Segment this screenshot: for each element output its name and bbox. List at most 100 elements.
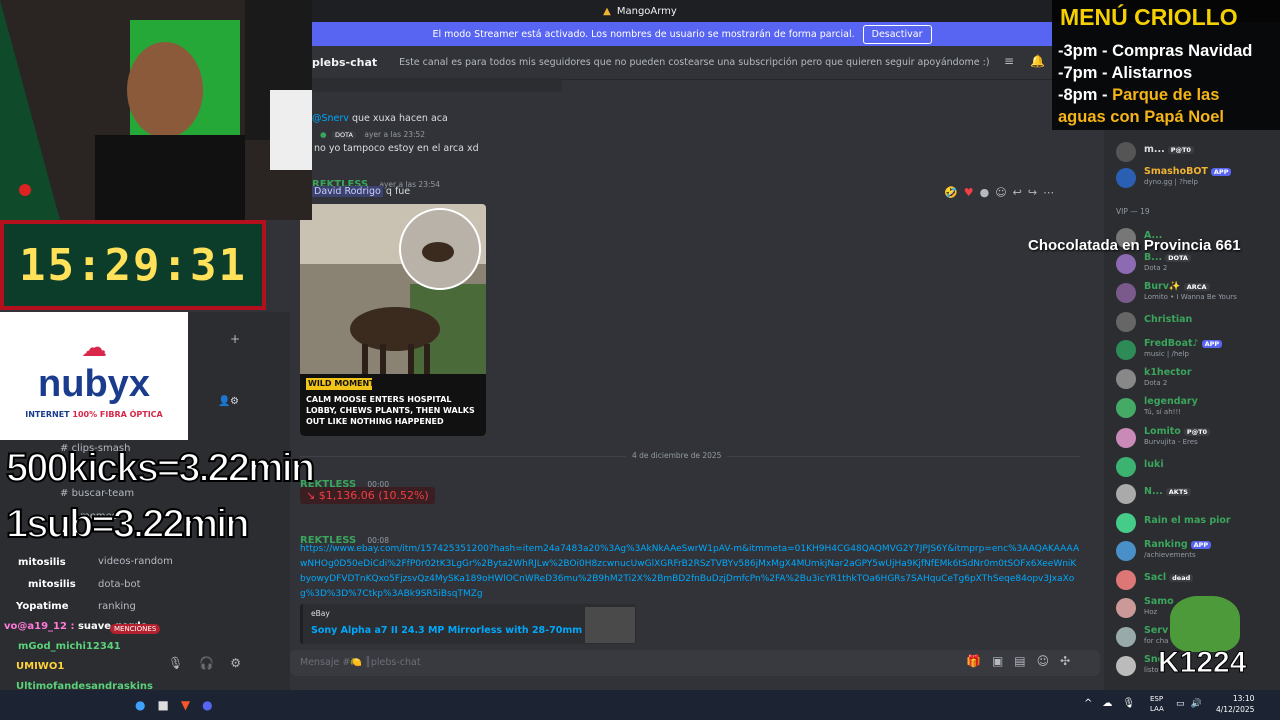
member-status: /achievements — [1144, 551, 1196, 559]
invite-icon[interactable]: 👤 — [218, 396, 230, 407]
message-composer[interactable]: + Mensaje #🍋 ║plebs-chat 🎁 ▣ ▤ ☺ ✣ — [266, 650, 1100, 676]
member-name: FredBoat♪ APP — [1144, 338, 1223, 349]
disable-streamer-mode-button[interactable]: Desactivar — [862, 24, 932, 44]
video-embed-thumbnail[interactable]: WILD MOMENT! CALM MOOSE ENTERS HOSPITAL … — [300, 204, 486, 436]
member-item[interactable]: m... P@T0 — [1116, 140, 1276, 166]
member-item[interactable]: Rain el mas pior — [1116, 511, 1276, 537]
member-label: FredBoat♪ — [1144, 338, 1199, 349]
network-icon[interactable]: ▭ — [1176, 699, 1185, 709]
menu-item-2: -7pm - Alistarnos — [1058, 64, 1193, 82]
heart-reaction-icon[interactable]: ♥ — [964, 186, 974, 204]
streamer-mode-banner: El modo Streamer está activado. Los nomb… — [312, 22, 1052, 46]
mentions-chip[interactable]: MENCIONES — [110, 624, 161, 634]
member-item[interactable]: B... DOTA Dota 2 — [1116, 252, 1276, 278]
brave-icon[interactable]: ▼ — [181, 698, 190, 712]
member-item[interactable]: luki — [1116, 455, 1276, 481]
user-mention[interactable]: David Rodrigo — [312, 186, 383, 197]
streamer-camera-feed — [0, 0, 312, 220]
overlay-username: K1224 — [1157, 646, 1247, 680]
link-embed: eBay Sony Alpha a7 II 24.3 MP Mirrorless… — [300, 604, 636, 644]
member-label: N... — [1144, 486, 1163, 497]
member-name: Lomito P@T0 — [1144, 426, 1211, 437]
menu-item-3-time: -8pm - — [1058, 86, 1113, 104]
volume-icon[interactable]: 🔊 — [1191, 699, 1202, 709]
more-options-icon[interactable]: ⋯ — [1043, 186, 1054, 204]
language-code: ESP — [1150, 695, 1164, 703]
channel-item-videos-random[interactable]: videos-random — [98, 556, 173, 567]
taskbar-apps: ● ■ ▼ ● — [135, 698, 213, 712]
chevron-up-icon[interactable]: ^ — [1084, 698, 1092, 709]
member-item[interactable]: k1hector Dota 2 — [1116, 367, 1276, 393]
chrome-icon[interactable]: ● — [135, 698, 145, 712]
settings-gear-icon[interactable]: ⚙ — [230, 396, 239, 407]
forward-icon[interactable]: ↪ — [1028, 186, 1037, 204]
message-1-text: que xuxa hacen aca — [351, 113, 448, 124]
avatar — [1116, 484, 1136, 504]
ebay-link[interactable]: https://www.ebay.com/itm/157425351200?ha… — [300, 542, 1080, 602]
reaction-emoji-icon[interactable]: 🤣 — [944, 186, 958, 204]
channel-item-dota-bot[interactable]: dota-bot — [98, 579, 141, 590]
reply-icon[interactable]: ↩ — [1013, 186, 1022, 204]
member-name: Samo — [1144, 596, 1174, 607]
chat-user: UMIWO1 — [16, 661, 65, 672]
headphones-icon[interactable]: 🎧 — [199, 656, 214, 670]
vip-header: VIP — 19 — [1116, 207, 1150, 216]
member-item[interactable]: N... AKTS — [1116, 482, 1276, 508]
cloud-icon[interactable]: ☁ — [1102, 698, 1112, 709]
microphone-icon[interactable]: 🎙 — [168, 656, 183, 670]
member-item[interactable]: Sacl dead — [1116, 568, 1276, 594]
member-status: Dota 2 — [1144, 264, 1168, 272]
member-name: legendary — [1144, 396, 1198, 407]
app-icon[interactable]: ■ — [157, 698, 168, 712]
message-3-text: q fue — [385, 186, 411, 197]
streamer-mode-text: El modo Streamer está activado. Los nomb… — [432, 28, 855, 40]
member-status: for cha — [1144, 637, 1169, 645]
embed-title[interactable]: Sony Alpha a7 II 24.3 MP Mirrorless with… — [311, 625, 607, 636]
mic-tray-icon[interactable]: 🎙 — [1122, 698, 1135, 709]
embed-caption-label: WILD MOMENT! — [308, 379, 379, 388]
gift-icon[interactable]: 🎁 — [966, 654, 981, 668]
reply-mention[interactable]: @Snerv — [312, 113, 349, 124]
member-item[interactable]: legendary Tú, sí ah!!! — [1116, 396, 1276, 422]
taskbar-clock[interactable]: 13:10 4/12/2025 — [1216, 693, 1254, 715]
emoji-icon[interactable]: ☺ — [1037, 654, 1050, 668]
member-status: Burvujita - Eres — [1144, 438, 1198, 446]
blob-reaction-icon[interactable]: ● — [980, 186, 990, 204]
avatar — [1116, 570, 1136, 590]
member-tag: P@T0 — [1183, 427, 1211, 436]
member-item[interactable]: Ranking APP/achievements — [1116, 539, 1276, 565]
bell-icon[interactable]: 🔔 — [1030, 54, 1045, 68]
member-item[interactable]: Burv✨ ARCA Lomito • I Wanna Be Yours — [1116, 281, 1276, 307]
member-name: Burv✨ ARCA — [1144, 281, 1210, 292]
member-item[interactable]: Christian — [1116, 310, 1276, 336]
cloud-logo-icon: ☁ — [81, 333, 107, 363]
camera-thumbnail — [585, 607, 635, 643]
member-status: Dota 2 — [1144, 379, 1168, 387]
composer-placeholder: Mensaje #🍋 ║plebs-chat — [300, 657, 421, 668]
clock-time: 13:10 — [1232, 694, 1255, 703]
member-item[interactable]: Lomito P@T0 Burvujita - Eres — [1116, 426, 1276, 452]
gif-icon[interactable]: ▣ — [992, 654, 1003, 668]
sponsor-name: nubyx — [38, 363, 150, 405]
add-reaction-icon[interactable]: ☺ — [995, 186, 1006, 204]
input-language[interactable]: ESP LAA — [1150, 694, 1164, 714]
channel-item-ranking[interactable]: ranking — [98, 601, 136, 612]
user-settings-icon[interactable]: ⚙ — [230, 656, 241, 670]
server-sidebar-fragment: + 👤 ⚙ — [188, 312, 290, 440]
member-label: Lomito — [1144, 426, 1181, 437]
channel-topic[interactable]: Este canal es para todos mis seguidores … — [399, 57, 989, 68]
server-logo-icon: ▲ — [603, 5, 611, 17]
sponsor-tagline-b: 100% FIBRA ÓPTICA — [72, 410, 163, 419]
member-item[interactable]: SmashoBOT APP dyno.gg | ?help — [1116, 166, 1276, 192]
discord-icon[interactable]: ● — [202, 698, 212, 712]
sticker-icon[interactable]: ▤ — [1014, 654, 1025, 668]
avatar — [1116, 656, 1136, 676]
pepe-emote-icon — [1170, 596, 1240, 652]
member-name: Sacl dead — [1144, 572, 1194, 583]
app-badge: APP — [1210, 167, 1232, 176]
chat-user: vo@a19_12 — [4, 621, 67, 632]
member-item[interactable]: FredBoat♪ APP music | /help — [1116, 338, 1276, 364]
apps-icon[interactable]: ✣ — [1060, 654, 1070, 668]
threads-icon[interactable]: ≡ — [1004, 54, 1014, 68]
add-channel-icon[interactable]: + — [230, 332, 240, 346]
